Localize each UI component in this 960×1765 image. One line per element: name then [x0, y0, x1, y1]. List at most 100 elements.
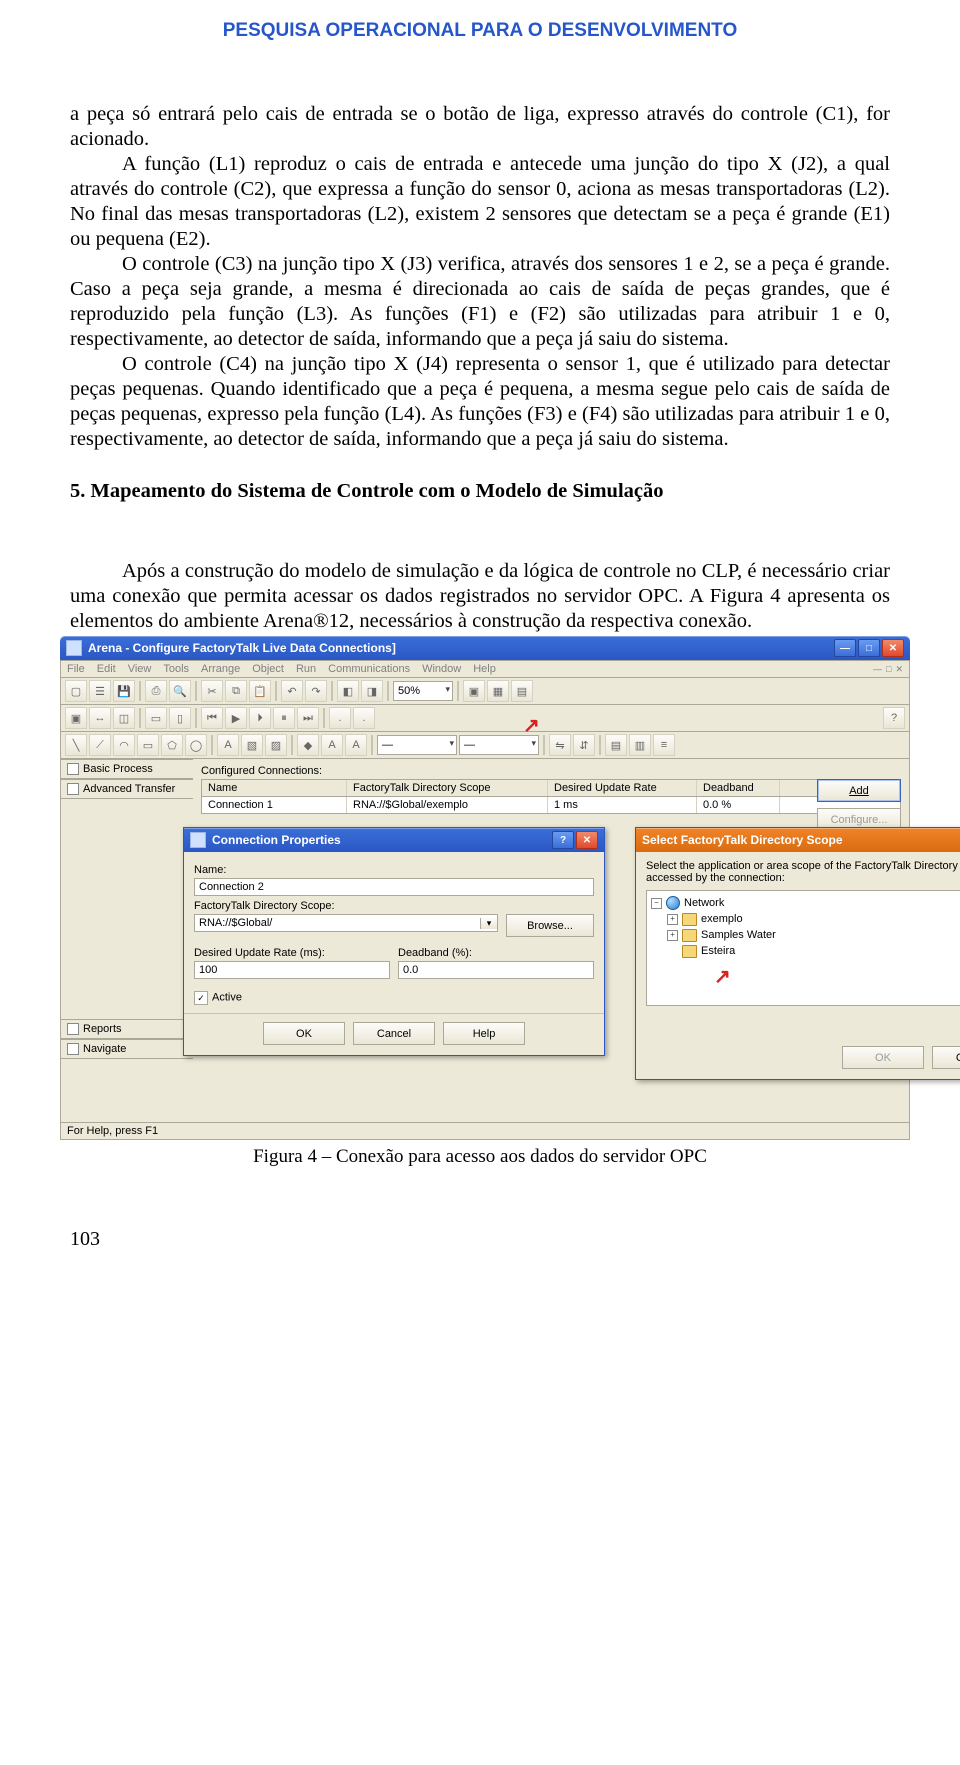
add-button[interactable]: Add	[817, 779, 901, 802]
rect-icon[interactable]: ▭	[137, 734, 159, 756]
help-button[interactable]: Help	[443, 1022, 525, 1045]
toolbar-icon[interactable]: ◨	[361, 680, 383, 702]
chevron-down-icon[interactable]: ▾	[480, 918, 497, 929]
col-update[interactable]: Desired Update Rate	[548, 780, 697, 796]
step-icon[interactable]: ⏵	[249, 707, 271, 729]
text-color-icon[interactable]: A	[345, 734, 367, 756]
open-icon[interactable]: ☰	[89, 680, 111, 702]
new-icon[interactable]: ▢	[65, 680, 87, 702]
flip-h-icon[interactable]: ⇋	[549, 734, 571, 756]
tree-node-exemplo[interactable]: +exemplo	[651, 911, 960, 927]
menu-edit[interactable]: Edit	[97, 663, 116, 675]
ellipse-icon[interactable]: ◯	[185, 734, 207, 756]
menu-run[interactable]: Run	[296, 663, 316, 675]
toolbar-icon[interactable]: ▯	[169, 707, 191, 729]
dialog-help-button[interactable]: ?	[552, 831, 574, 849]
menu-arrange[interactable]: Arrange	[201, 663, 240, 675]
minimize-button[interactable]: —	[834, 639, 856, 657]
zoom-combo[interactable]: 50%	[393, 681, 453, 701]
cancel-button[interactable]: Cancel	[353, 1022, 435, 1045]
poly-icon[interactable]: ⬠	[161, 734, 183, 756]
menu-communications[interactable]: Communications	[328, 663, 410, 675]
maximize-button[interactable]: □	[858, 639, 880, 657]
panel-navigate[interactable]: Navigate	[61, 1039, 193, 1059]
connections-table[interactable]: Name FactoryTalk Directory Scope Desired…	[201, 779, 901, 814]
line-icon[interactable]: ╲	[65, 734, 87, 756]
paragraph: a peça só entrará pelo cais de entrada s…	[70, 102, 890, 152]
toolbar-icon[interactable]: ▥	[629, 734, 651, 756]
window-titlebar[interactable]: Arena - Configure FactoryTalk Live Data …	[60, 636, 910, 660]
browse-button[interactable]: Browse...	[506, 914, 594, 937]
menu-object[interactable]: Object	[252, 663, 284, 675]
tree-node-esteira[interactable]: Esteira	[651, 943, 960, 959]
dialog-icon	[190, 832, 206, 848]
flip-v-icon[interactable]: ⇵	[573, 734, 595, 756]
col-name[interactable]: Name	[202, 780, 347, 796]
toolbar-icon[interactable]: ▣	[463, 680, 485, 702]
status-bar: For Help, press F1	[60, 1123, 910, 1140]
menu-tools[interactable]: Tools	[163, 663, 189, 675]
ok-button[interactable]: OK	[263, 1022, 345, 1045]
toolbar-icon[interactable]: ▨	[265, 734, 287, 756]
paste-icon[interactable]: 📋	[249, 680, 271, 702]
panel-advanced-transfer[interactable]: Advanced Transfer	[61, 779, 193, 799]
dialog-close-button[interactable]: ✕	[576, 831, 598, 849]
undo-icon[interactable]: ↶	[281, 680, 303, 702]
scope-label: FactoryTalk Directory Scope:	[194, 900, 594, 912]
pause-icon[interactable]: ⏸	[273, 707, 295, 729]
panel-basic-process[interactable]: Basic Process	[61, 759, 193, 779]
toolbar-icon[interactable]: ▣	[65, 707, 87, 729]
deadband-input[interactable]: 0.0	[398, 961, 594, 979]
tree-node-network[interactable]: −Network	[651, 895, 960, 911]
configured-connections-label: Configured Connections:	[201, 765, 901, 777]
update-rate-input[interactable]: 100	[194, 961, 390, 979]
panel-reports[interactable]: Reports	[61, 1019, 193, 1039]
close-button[interactable]: ✕	[882, 639, 904, 657]
copy-icon[interactable]: ⧉	[225, 680, 247, 702]
toolbar-icon[interactable]: ≡	[653, 734, 675, 756]
line-style-combo[interactable]: —	[459, 735, 539, 755]
polyline-icon[interactable]: ⟋	[89, 734, 111, 756]
preview-icon[interactable]: 🔍	[169, 680, 191, 702]
menu-window[interactable]: Window	[422, 663, 461, 675]
cancel-button[interactable]: Cancel	[932, 1046, 960, 1069]
play-icon[interactable]: ▶	[225, 707, 247, 729]
arc-icon[interactable]: ◠	[113, 734, 135, 756]
embedded-screenshot: Arena - Configure FactoryTalk Live Data …	[60, 636, 910, 1140]
table-row[interactable]: Connection 1 RNA://$Global/exemplo 1 ms …	[202, 797, 900, 813]
toolbar-icon[interactable]: .	[329, 707, 351, 729]
col-deadband[interactable]: Deadband	[697, 780, 780, 796]
scope-combo[interactable]: RNA://$Global/▾	[194, 914, 498, 932]
pointer-icon[interactable]: ↔	[89, 707, 111, 729]
window-title: Arena - Configure FactoryTalk Live Data …	[88, 641, 396, 655]
red-arrow-annotation: ↗	[523, 713, 540, 738]
go-start-icon[interactable]: ⏮	[201, 707, 223, 729]
help-icon[interactable]: ?	[883, 707, 905, 729]
menu-file[interactable]: File	[67, 663, 85, 675]
line-width-combo[interactable]: —	[377, 735, 457, 755]
ok-button[interactable]: OK	[842, 1046, 924, 1069]
fill-icon[interactable]: ◆	[297, 734, 319, 756]
col-scope[interactable]: FactoryTalk Directory Scope	[347, 780, 548, 796]
toolbar-icon[interactable]: ▦	[487, 680, 509, 702]
go-end-icon[interactable]: ⏭	[297, 707, 319, 729]
scope-tree[interactable]: −Network +exemplo +Samples Water Esteira	[646, 890, 960, 1006]
menu-view[interactable]: View	[128, 663, 152, 675]
line-color-icon[interactable]: A	[321, 734, 343, 756]
active-checkbox[interactable]: ✓Active	[194, 991, 594, 1005]
toolbar-icon[interactable]: ▤	[511, 680, 533, 702]
tree-node-samples-water[interactable]: +Samples Water	[651, 927, 960, 943]
toolbar-icon[interactable]: ▭	[145, 707, 167, 729]
save-icon[interactable]: 💾	[113, 680, 135, 702]
toolbar-icon[interactable]: ◧	[337, 680, 359, 702]
menu-help[interactable]: Help	[473, 663, 496, 675]
toolbar-icon[interactable]: ▤	[605, 734, 627, 756]
toolbar-icon[interactable]: .	[353, 707, 375, 729]
cut-icon[interactable]: ✂	[201, 680, 223, 702]
toolbar-icon[interactable]: ◫	[113, 707, 135, 729]
redo-icon[interactable]: ↷	[305, 680, 327, 702]
print-icon[interactable]: ⎙	[145, 680, 167, 702]
toolbar-icon[interactable]: ▧	[241, 734, 263, 756]
name-input[interactable]: Connection 2	[194, 878, 594, 896]
text-icon[interactable]: A	[217, 734, 239, 756]
